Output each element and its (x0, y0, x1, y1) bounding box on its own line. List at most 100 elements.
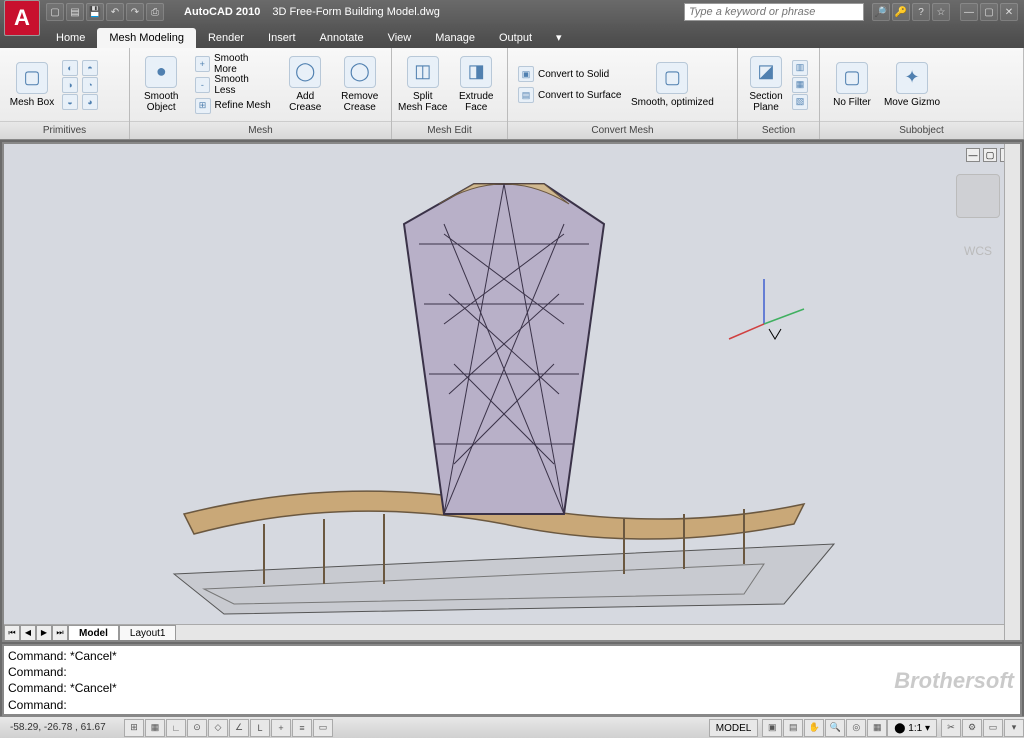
panel-title-mesh-edit: Mesh Edit (392, 121, 507, 139)
status-tool-icon[interactable]: ⚙ (962, 719, 982, 737)
qp-toggle-icon[interactable]: ▭ (313, 719, 333, 737)
primitive-icon[interactable]: ◑ (62, 77, 78, 93)
section-tool-icon[interactable]: ▧ (792, 94, 808, 110)
tab-extras-icon[interactable]: ▾ (544, 27, 574, 48)
primitive-icon[interactable]: ◓ (82, 60, 98, 76)
viewcube[interactable] (956, 174, 1000, 218)
print-icon[interactable]: ⎙ (146, 3, 164, 21)
smooth-more-button[interactable]: +Smooth More (191, 54, 277, 74)
convert-to-surface-button[interactable]: ▤Convert to Surface (514, 85, 625, 105)
move-gizmo-button[interactable]: ✦ Move Gizmo (882, 52, 942, 118)
primitive-icon[interactable]: ◕ (82, 94, 98, 110)
no-filter-button[interactable]: ▢ No Filter (826, 52, 878, 118)
primitive-icon[interactable]: ◒ (62, 94, 78, 110)
snap-toggle-icon[interactable]: ⊞ (124, 719, 144, 737)
minimize-icon[interactable]: — (960, 3, 978, 21)
tab-view[interactable]: View (376, 28, 424, 48)
split-icon: ◫ (407, 56, 439, 88)
favorite-icon[interactable]: ☆ (932, 3, 950, 21)
status-tool-icon[interactable]: ▾ (1004, 719, 1024, 737)
maximize-icon[interactable]: ▢ (980, 3, 998, 21)
tab-insert[interactable]: Insert (256, 28, 308, 48)
model-tab[interactable]: Model (68, 625, 119, 641)
refine-mesh-button[interactable]: ⊞Refine Mesh (191, 96, 277, 116)
extrude-icon: ◨ (460, 56, 492, 88)
tab-render[interactable]: Render (196, 28, 256, 48)
otrack-toggle-icon[interactable]: ∠ (229, 719, 249, 737)
annotation-scale-button[interactable]: ⬤ 1:1 ▾ (887, 719, 937, 737)
drawing-viewport[interactable]: — ▢ ✕ WCS (2, 142, 1022, 642)
dyn-toggle-icon[interactable]: + (271, 719, 291, 737)
viewport-minimize-icon[interactable]: — (966, 148, 980, 162)
smooth-object-button[interactable]: ● Smooth Object (136, 52, 187, 118)
command-line: Command: *Cancel* (8, 680, 1016, 696)
tab-mesh-modeling[interactable]: Mesh Modeling (97, 28, 196, 48)
primitive-icon[interactable]: ◐ (62, 60, 78, 76)
section-plane-button[interactable]: ◪ Section Plane (744, 52, 788, 118)
status-tool-icon[interactable]: ▤ (783, 719, 803, 737)
tab-output[interactable]: Output (487, 28, 544, 48)
gizmo-icon: ✦ (896, 62, 928, 94)
mesh-box-button[interactable]: ▢ Mesh Box (6, 52, 58, 118)
primitive-icon[interactable]: ◔ (82, 77, 98, 93)
tab-first-icon[interactable]: ⏮ (4, 625, 20, 641)
command-line: Command: *Cancel* (8, 648, 1016, 664)
tab-home[interactable]: Home (44, 28, 97, 48)
wcs-label[interactable]: WCS (964, 244, 992, 258)
status-tool-icon[interactable]: ▭ (983, 719, 1003, 737)
titlebar: A ▢ ▤ 💾 ↶ ↷ ⎙ AutoCAD 2010 3D Free-Form … (0, 0, 1024, 24)
tab-prev-icon[interactable]: ◀ (20, 625, 36, 641)
section-tool-icon[interactable]: ▦ (792, 77, 808, 93)
viewport-maximize-icon[interactable]: ▢ (983, 148, 997, 162)
convert-to-solid-button[interactable]: ▣Convert to Solid (514, 64, 625, 84)
panel-title-section[interactable]: Section (738, 121, 819, 139)
status-tool-icon[interactable]: 🔍 (825, 719, 845, 737)
refine-icon: ⊞ (195, 98, 211, 114)
layout1-tab[interactable]: Layout1 (119, 625, 177, 641)
section-tool-icon[interactable]: ▥ (792, 60, 808, 76)
document-title: 3D Free-Form Building Model.dwg (272, 6, 440, 18)
help-icon[interactable]: ? (912, 3, 930, 21)
tab-last-icon[interactable]: ⏭ (52, 625, 68, 641)
tab-manage[interactable]: Manage (423, 28, 487, 48)
save-icon[interactable]: 💾 (86, 3, 104, 21)
remove-crease-button[interactable]: ◯ Remove Crease (335, 52, 386, 118)
search-input[interactable] (684, 3, 864, 21)
key-icon[interactable]: 🔑 (892, 3, 910, 21)
new-icon[interactable]: ▢ (46, 3, 64, 21)
status-tool-icon[interactable]: ▣ (762, 719, 782, 737)
status-tool-icon[interactable]: ✋ (804, 719, 824, 737)
polar-toggle-icon[interactable]: ⊙ (187, 719, 207, 737)
grid-toggle-icon[interactable]: ▦ (145, 719, 165, 737)
smooth-less-button[interactable]: -Smooth Less (191, 75, 277, 95)
search-go-icon[interactable]: 🔎 (872, 3, 890, 21)
close-icon[interactable]: ✕ (1000, 3, 1018, 21)
open-icon[interactable]: ▤ (66, 3, 84, 21)
redo-icon[interactable]: ↷ (126, 3, 144, 21)
model-space-button[interactable]: MODEL (709, 719, 759, 737)
status-tool-icon[interactable]: ◎ (846, 719, 866, 737)
vertical-scrollbar[interactable] (1004, 144, 1020, 640)
add-crease-button[interactable]: ◯ Add Crease (280, 52, 331, 118)
split-mesh-face-button[interactable]: ◫ Split Mesh Face (398, 52, 448, 118)
ducs-toggle-icon[interactable]: L (250, 719, 270, 737)
smooth-object-label: Smooth Object (144, 91, 178, 113)
add-crease-icon: ◯ (289, 56, 321, 88)
tab-annotate[interactable]: Annotate (308, 28, 376, 48)
coordinates-readout[interactable]: -58.29, -26.78 , 61.67 (0, 722, 120, 733)
panel-title-mesh[interactable]: Mesh (130, 121, 391, 139)
ribbon: ▢ Mesh Box ◐ ◑ ◒ ◓ ◔ ◕ Primitives ● Smoo… (0, 48, 1024, 140)
command-window[interactable]: Command: *Cancel* Command: Command: *Can… (2, 644, 1022, 716)
model-render (144, 164, 864, 634)
app-menu-button[interactable]: A (4, 0, 40, 36)
smooth-optimized-button[interactable]: ▢ Smooth, optimized (629, 52, 715, 118)
status-tool-icon[interactable]: ✂ (941, 719, 961, 737)
undo-icon[interactable]: ↶ (106, 3, 124, 21)
osnap-toggle-icon[interactable]: ◇ (208, 719, 228, 737)
lwt-toggle-icon[interactable]: ≡ (292, 719, 312, 737)
panel-title-primitives[interactable]: Primitives (0, 121, 129, 139)
extrude-face-button[interactable]: ◨ Extrude Face (452, 52, 502, 118)
status-tool-icon[interactable]: ▦ (867, 719, 887, 737)
ortho-toggle-icon[interactable]: ∟ (166, 719, 186, 737)
tab-next-icon[interactable]: ▶ (36, 625, 52, 641)
